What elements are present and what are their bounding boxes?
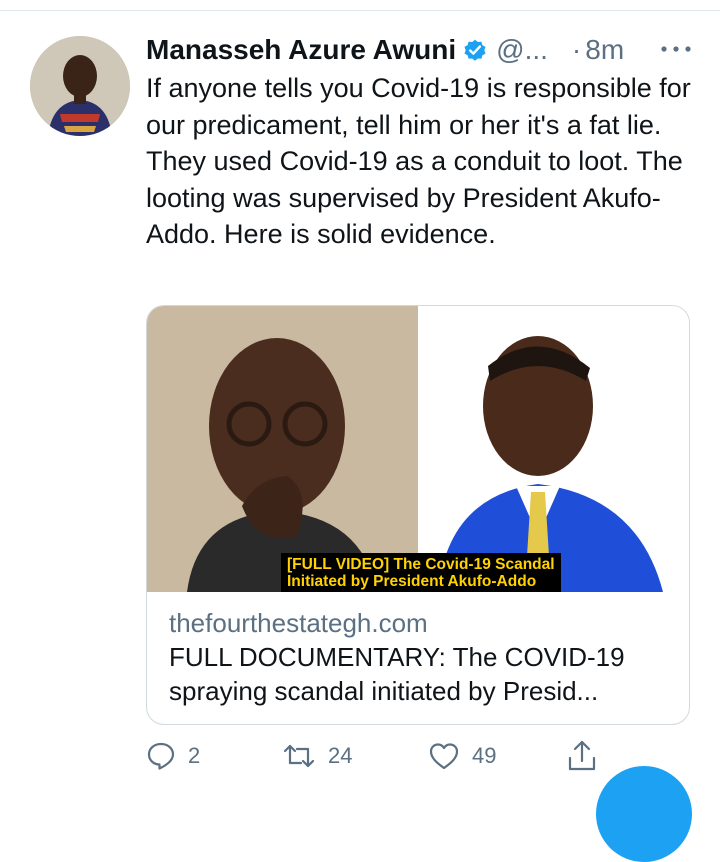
share-button[interactable] (566, 734, 598, 778)
author-name[interactable]: Manasseh Azure Awuni (146, 34, 456, 66)
retweet-count: 24 (328, 743, 353, 768)
caption-line-1: [FULL VIDEO] The Covid-19 Scandal (287, 556, 555, 573)
more-options-icon[interactable] (656, 34, 696, 64)
reply-count: 2 (188, 743, 201, 768)
like-button[interactable]: 49 (428, 734, 496, 778)
reply-button[interactable]: 2 (146, 734, 200, 778)
card-title: FULL DOCUMENTARY: The COVID-19 spraying … (169, 642, 625, 706)
heart-icon (429, 743, 459, 770)
avatar-photo (30, 36, 130, 136)
card-photo-right (418, 306, 689, 592)
card-image-caption: [FULL VIDEO] The Covid-19 Scandal Initia… (281, 553, 561, 592)
avatar[interactable] (30, 36, 130, 136)
time-separator: · (571, 34, 582, 65)
retweet-icon (283, 744, 315, 768)
top-divider (0, 10, 720, 11)
card-domain: thefourthestategh.com (169, 608, 428, 638)
card-body: thefourthestategh.com FULL DOCUMENTARY: … (169, 606, 674, 708)
share-icon (568, 740, 596, 771)
caption-line-2: Initiated by President Akufo-Addo (287, 573, 537, 590)
author-handle[interactable]: @... (496, 34, 548, 66)
verified-badge-icon (464, 39, 486, 61)
retweet-button[interactable]: 24 (282, 734, 352, 778)
tweet-text: If anyone tells you Covid-19 is responsi… (146, 73, 691, 249)
tweet-time[interactable]: 8m (585, 34, 624, 66)
like-count: 49 (472, 743, 497, 768)
link-card[interactable]: [FULL VIDEO] The Covid-19 Scandal Initia… (146, 305, 690, 725)
reply-icon (147, 742, 175, 770)
tweet-actions: 2 24 49 (146, 734, 616, 778)
card-image: [FULL VIDEO] The Covid-19 Scandal Initia… (147, 306, 689, 592)
compose-tweet-button[interactable] (596, 766, 692, 862)
card-photo-left (147, 306, 418, 592)
tweet-header: Manasseh Azure Awuni @... · 8m (146, 28, 696, 72)
